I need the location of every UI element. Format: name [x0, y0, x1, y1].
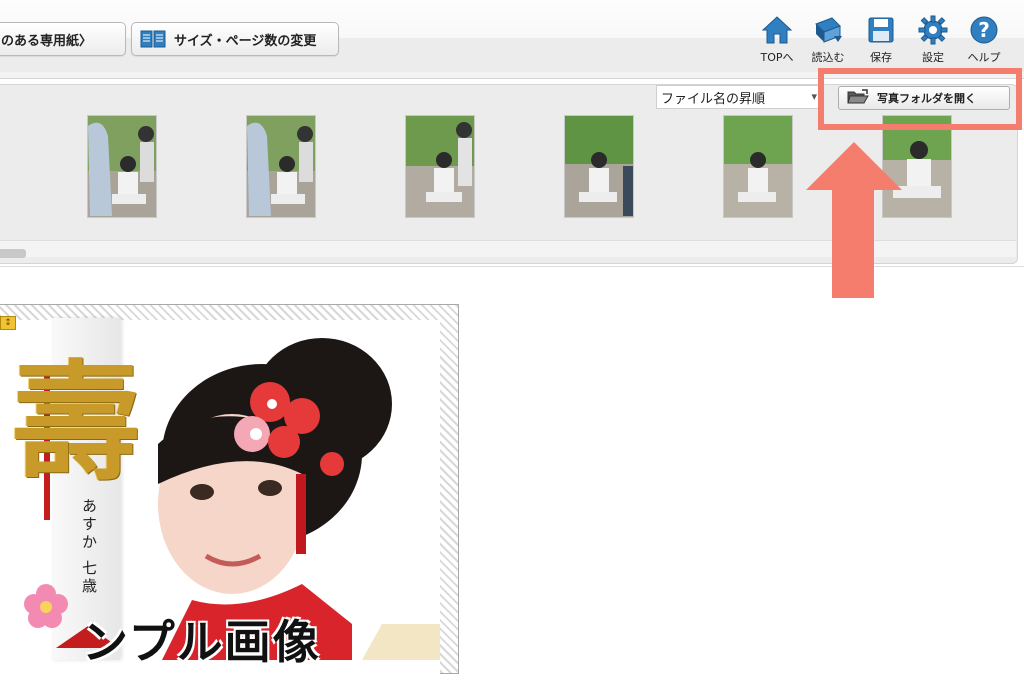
nav-settings-button[interactable]: 設定: [909, 14, 957, 70]
book-icon: [140, 29, 166, 49]
special-paper-button[interactable]: のある専用紙〉: [0, 22, 126, 56]
sort-order-select[interactable]: ファイル名の昇順 ▾: [656, 85, 824, 109]
photo-thumbnail[interactable]: [724, 116, 792, 217]
nav-help-label: ヘルプ: [967, 51, 1001, 64]
highlight-box: [818, 68, 1022, 130]
nav-load-label: 読込む: [811, 51, 845, 64]
scrollbar-thumb[interactable]: [0, 249, 26, 258]
nav-save-button[interactable]: 保存: [857, 14, 905, 70]
size-page-change-button[interactable]: サイズ・ページ数の変更: [131, 22, 339, 56]
load-book-icon: [812, 14, 844, 46]
special-paper-label: のある専用紙〉: [1, 33, 93, 49]
gear-icon: [917, 14, 949, 46]
up-arrow-icon: [806, 142, 902, 298]
resize-handle[interactable]: ↕: [0, 316, 16, 330]
nav-top-button[interactable]: TOPへ: [753, 14, 801, 70]
nav-help-button[interactable]: ? ヘルプ: [960, 14, 1008, 70]
nav-load-button[interactable]: 読込む: [804, 14, 852, 70]
nav-top-label: TOPへ: [760, 51, 794, 64]
sample-image-text: ンプル画像: [82, 615, 321, 669]
photo-thumbnail[interactable]: [88, 116, 156, 217]
photo-thumbnail[interactable]: [247, 116, 315, 217]
photo-thumbnail[interactable]: [406, 116, 474, 217]
home-icon: [761, 14, 793, 46]
chevron-down-icon: ▾: [811, 90, 817, 103]
help-icon: ?: [968, 14, 1000, 46]
nav-settings-label: 設定: [922, 51, 944, 64]
kotobuki-kanji: 壽: [12, 348, 141, 498]
sort-order-value: ファイル名の昇順: [661, 91, 766, 107]
banner-name-text: あすか 七歳: [80, 498, 98, 596]
photo-thumbnail[interactable]: [565, 116, 633, 217]
nav-save-label: 保存: [870, 51, 892, 64]
size-page-change-label: サイズ・ページ数の変更: [174, 33, 317, 49]
svg-text:?: ?: [978, 18, 990, 42]
save-floppy-icon: [865, 14, 897, 46]
